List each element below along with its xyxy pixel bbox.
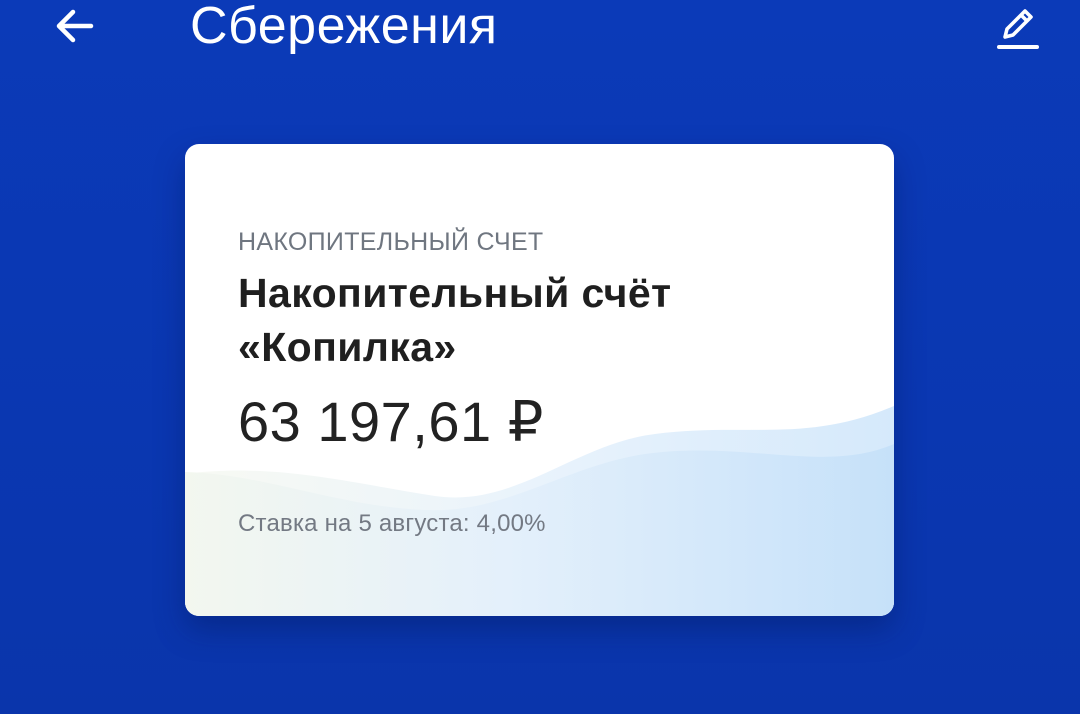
account-name-line2: «Копилка» [238, 324, 457, 370]
account-balance: 63 197,61 ₽ [238, 390, 544, 453]
arrow-left-icon [56, 9, 94, 43]
page-title: Сбережения [190, 0, 498, 55]
savings-account-card[interactable]: НАКОПИТЕЛЬНЫЙ СЧЕТ Накопительный счёт «К… [185, 144, 894, 616]
back-button[interactable] [40, 0, 110, 52]
account-type-label: НАКОПИТЕЛЬНЫЙ СЧЕТ [238, 228, 544, 256]
account-name: Накопительный счёт «Копилка» [238, 266, 854, 374]
pencil-icon [997, 9, 1039, 49]
app-bar: Сбережения [0, 0, 1080, 60]
edit-button[interactable] [984, 0, 1050, 54]
interest-rate-text: Ставка на 5 августа: 4,00% [238, 510, 546, 537]
savings-screen: Сбережения НАКОПИТЕЛЬНЫЙ СЧЕТ Накопитель… [0, 0, 1080, 714]
account-name-line1: Накопительный счёт [238, 270, 672, 316]
card-content: НАКОПИТЕЛЬНЫЙ СЧЕТ Накопительный счёт «К… [238, 224, 854, 456]
